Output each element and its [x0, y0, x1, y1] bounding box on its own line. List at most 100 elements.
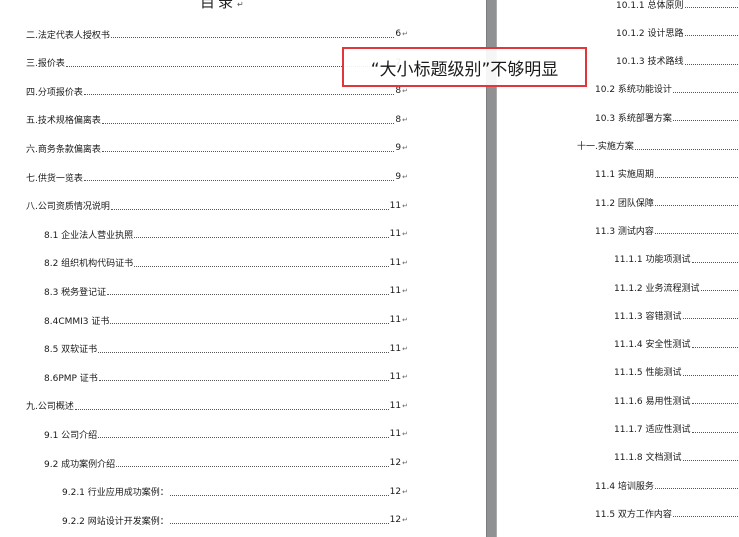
toc-page-number: 9 — [395, 172, 402, 182]
toc-entry[interactable]: 10.1.2 设计思路 — [616, 25, 739, 39]
paragraph-mark-icon: ↵ — [402, 30, 408, 38]
toc-page-number: 11 — [389, 400, 402, 411]
toc-dot-leader — [101, 151, 395, 153]
toc-entry[interactable]: 9.2.1 行业应用成功案例： 12 ↵ — [62, 485, 408, 499]
paragraph-mark-icon: ↵ — [402, 516, 408, 525]
toc-entry[interactable]: 11.1.3 容错测试 — [614, 308, 739, 322]
toc-dot-leader — [98, 437, 389, 439]
toc-entry-title: 11.1.5 性能测试 — [614, 368, 682, 379]
toc-dot-leader — [654, 488, 738, 490]
toc-entry[interactable]: 8.1 企业法人营业执照 11 ↵ — [44, 227, 408, 241]
toc-dot-leader — [98, 380, 389, 382]
toc-page-number: 6 — [395, 29, 402, 39]
toc-dot-leader — [682, 318, 738, 320]
toc-entry[interactable]: 11.1.2 业务流程测试 — [614, 280, 739, 294]
toc-entry[interactable]: 8.6PMP 证书 11 ↵ — [44, 370, 408, 384]
toc-entry[interactable]: 10.2 系统功能设计 — [595, 82, 739, 96]
toc-page-number: 8 — [395, 86, 402, 97]
toc-entry-title: 8.4CMMI3 证书 — [44, 316, 110, 327]
paragraph-mark-icon: ↵ — [237, 0, 244, 9]
toc-dot-leader — [134, 237, 389, 239]
paragraph-mark-icon: ↵ — [402, 144, 408, 153]
toc-entry-title: 11.1.1 功能项测试 — [614, 255, 691, 266]
toc-entry[interactable]: 8.4CMMI3 证书 11 ↵ — [44, 313, 408, 327]
toc-dot-leader — [83, 94, 395, 96]
paragraph-mark-icon: ↵ — [402, 201, 408, 210]
toc-entry[interactable]: 11.1.4 安全性测试 — [614, 337, 739, 351]
toc-dot-leader — [169, 494, 389, 496]
toc-dot-leader — [110, 323, 389, 324]
toc-dot-leader — [691, 431, 738, 433]
toc-dot-leader — [654, 176, 738, 178]
toc-entry[interactable]: 8.2 组织机构代码证书 11 ↵ — [44, 256, 408, 270]
toc-entry-title: 9.2 成功案例介绍 — [44, 459, 116, 470]
toc-entry[interactable]: 五.技术规格偏离表 8 ↵ — [26, 113, 408, 127]
toc-page-number: 11 — [389, 257, 402, 268]
toc-entry-title: 10.1.1 总体原则 — [616, 0, 684, 11]
toc-entry-title: 11.1.6 易用性测试 — [614, 396, 691, 407]
toc-entry[interactable]: 9.2 成功案例介绍 12 ↵ — [44, 456, 408, 470]
toc-entry[interactable]: 11.4 培训服务 — [595, 478, 739, 492]
toc-entry[interactable]: 9.1 公司介绍 11 ↵ — [44, 427, 408, 441]
toc-entry-title: 10.3 系统部署方案 — [595, 113, 672, 124]
toc-entry-title: 11.5 双方工作内容 — [595, 509, 672, 520]
toc-entry[interactable]: 10.1.3 技术路线 — [616, 54, 739, 68]
toc-dot-leader — [684, 63, 738, 65]
toc-entry-title: 八.公司资质情况说明 — [26, 202, 110, 213]
toc-entry[interactable]: 11.2 团队保障 — [595, 195, 739, 209]
toc-dot-leader — [110, 208, 389, 210]
toc-entry[interactable]: 九.公司概述 11 ↵ — [26, 399, 408, 413]
toc-dot-leader — [101, 122, 395, 124]
toc-dot-leader — [654, 233, 738, 235]
toc-dot-leader — [74, 408, 389, 410]
toc-entry[interactable]: 十一.实施方案 — [577, 139, 739, 153]
toc-entry[interactable]: 11.1.6 易用性测试 — [614, 393, 739, 407]
toc-dot-leader — [110, 37, 395, 38]
toc-dot-leader — [83, 180, 395, 181]
paragraph-mark-icon: ↵ — [402, 401, 408, 410]
toc-entry-title: 六.商务条款偏离表 — [26, 144, 101, 155]
toc-entry[interactable]: 八.公司资质情况说明 11 ↵ — [26, 199, 408, 213]
toc-entry[interactable]: 10.3 系统部署方案 — [595, 110, 739, 124]
toc-entry[interactable]: 二.法定代表人授权书 6 ↵ — [26, 27, 408, 41]
toc-dot-leader — [98, 351, 389, 353]
toc-dot-leader — [634, 148, 738, 150]
toc-entry[interactable]: 10.1.1 总体原则 — [616, 0, 739, 11]
callout-text: “大小标题级别”不够明显 — [370, 59, 559, 80]
toc-entry-title: 九.公司概述 — [26, 402, 74, 413]
toc-dot-leader — [682, 459, 738, 461]
paragraph-mark-icon: ↵ — [402, 87, 408, 96]
toc-entry[interactable]: 11.1 实施周期 — [595, 167, 739, 181]
toc-page-number: 12 — [389, 515, 402, 526]
toc-entry-title: 8.5 双软证书 — [44, 345, 98, 356]
annotation-callout: “大小标题级别”不够明显 — [342, 47, 587, 87]
toc-dot-leader — [134, 265, 389, 267]
toc-entry[interactable]: 9.2.2 网站设计开发案例： 12 ↵ — [62, 513, 408, 527]
toc-entry[interactable]: 11.1.1 功能项测试 — [614, 252, 739, 266]
toc-entry[interactable]: 11.1.7 适应性测试 — [614, 422, 739, 436]
toc-entry-title: 10.1.3 技术路线 — [616, 57, 684, 68]
toc-entry-title: 四.分项报价表 — [26, 87, 83, 98]
toc-entry[interactable]: 11.1.8 文档测试 — [614, 450, 739, 464]
toc-entry-title: 10.1.2 设计思路 — [616, 28, 684, 39]
toc-entry[interactable]: 11.1.5 性能测试 — [614, 365, 739, 379]
toc-entry-title: 8.3 税务登记证 — [44, 287, 107, 298]
toc-entry[interactable]: 七.供货一览表 9 ↵ — [26, 170, 408, 184]
paragraph-mark-icon: ↵ — [402, 230, 408, 239]
toc-page-number: 11 — [389, 200, 402, 211]
toc-entry[interactable]: 11.5 双方工作内容 — [595, 506, 739, 520]
toc-entry-title: 十一.实施方案 — [577, 142, 634, 152]
toc-dot-leader — [654, 205, 738, 207]
toc-page-number: 11 — [389, 286, 402, 297]
toc-entry[interactable]: 11.3 测试内容 — [595, 223, 739, 237]
toc-entry[interactable]: 8.5 双软证书 11 ↵ — [44, 342, 408, 356]
paragraph-mark-icon: ↵ — [402, 287, 408, 296]
toc-dot-leader — [672, 120, 738, 122]
toc-dot-leader — [684, 35, 738, 37]
toc-dot-leader — [116, 466, 389, 467]
paragraph-mark-icon: ↵ — [402, 173, 408, 181]
toc-entry[interactable]: 六.商务条款偏离表 9 ↵ — [26, 141, 408, 155]
toc-entry[interactable]: 8.3 税务登记证 11 ↵ — [44, 284, 408, 298]
toc-entry-title: 11.1.3 容错测试 — [614, 311, 682, 322]
toc-entry-title: 8.2 组织机构代码证书 — [44, 259, 134, 270]
